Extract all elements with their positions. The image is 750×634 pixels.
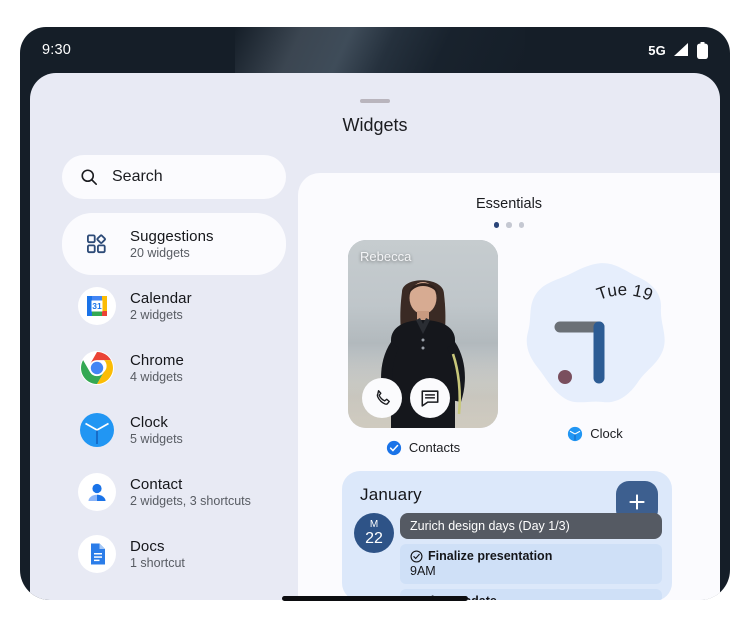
sidebar-item-chrome[interactable]: Chrome 4 widgets — [62, 337, 286, 399]
sidebar-item-text: Suggestions 20 widgets — [130, 228, 214, 260]
sidebar-item-sublabel: 2 widgets — [130, 308, 192, 322]
contact-widget-label-text: Contacts — [409, 440, 460, 455]
calendar-day-of-week: M — [370, 520, 378, 530]
contact-name-label: Rebecca — [360, 249, 411, 264]
sidebar-item-label: Docs — [130, 538, 185, 555]
sidebar-item-suggestions[interactable]: Suggestions 20 widgets — [62, 213, 286, 275]
signal-bars-icon — [673, 43, 690, 57]
panel-section-title: Essentials — [298, 196, 720, 212]
sidebar-item-sublabel: 4 widgets — [130, 370, 184, 384]
calendar-event-list: Zurich design days (Day 1/3) Finalize pr… — [400, 513, 662, 600]
widget-previews-row: Rebecca — [298, 240, 720, 456]
contact-widget-label: Contacts — [386, 440, 460, 456]
app-list-sidebar[interactable]: Search Suggestions 20 widgets — [62, 155, 286, 600]
page-dot-1[interactable] — [494, 222, 500, 228]
status-bar: 9:30 5G — [20, 27, 730, 73]
google-docs-icon — [78, 535, 116, 573]
sidebar-item-text: Clock 5 widgets — [130, 414, 183, 446]
google-calendar-icon: 31 — [78, 287, 116, 325]
clock-widget-label: Clock — [567, 426, 623, 442]
page-indicator[interactable] — [298, 222, 720, 228]
sidebar-item-calendar[interactable]: 31 Calendar 2 widgets — [62, 275, 286, 337]
search-placeholder-text: Search — [112, 168, 163, 186]
sidebar-item-sublabel: 20 widgets — [130, 246, 214, 260]
search-icon — [80, 168, 98, 186]
sidebar-item-sublabel: 2 widgets, 3 shortcuts — [130, 494, 251, 508]
sidebar-item-docs[interactable]: Docs 1 shortcut — [62, 523, 286, 585]
svg-text:31: 31 — [92, 301, 102, 311]
battery-icon — [697, 42, 708, 59]
sidebar-item-label: Calendar — [130, 290, 192, 307]
contact-widget-preview[interactable]: Rebecca — [348, 240, 498, 428]
phone-icon[interactable] — [362, 378, 402, 418]
widgets-icon — [78, 225, 116, 263]
sidebar-item-text: Calendar 2 widgets — [130, 290, 192, 322]
status-time: 9:30 — [42, 42, 71, 58]
page-title: Widgets — [30, 115, 720, 136]
network-type-label: 5G — [648, 43, 666, 58]
clock-app-icon — [567, 426, 583, 442]
clock-icon — [78, 411, 116, 449]
page-dot-3[interactable] — [519, 222, 525, 228]
sidebar-item-sublabel: 5 widgets — [130, 432, 183, 446]
widget-preview-panel: Essentials — [298, 173, 720, 600]
calendar-event-title-row: Finalize presentation — [410, 549, 652, 563]
status-indicators: 5G — [648, 42, 708, 59]
sidebar-item-text: Docs 1 shortcut — [130, 538, 185, 570]
sidebar-item-clock[interactable]: Clock 5 widgets — [62, 399, 286, 461]
clock-widget-label-text: Clock — [590, 426, 623, 441]
contacts-app-icon — [386, 440, 402, 456]
check-circle-icon — [410, 550, 423, 563]
contact-icon — [78, 473, 116, 511]
calendar-day-number: 22 — [365, 531, 383, 547]
search-input[interactable]: Search — [62, 155, 286, 199]
clock-widget-preview[interactable]: Tue 19 — [520, 254, 670, 414]
page-dot-2[interactable] — [506, 222, 512, 228]
calendar-event-time: 9AM — [410, 564, 652, 578]
sidebar-item-text: Contact 2 widgets, 3 shortcuts — [130, 476, 251, 508]
chrome-icon — [78, 349, 116, 387]
sidebar-item-sublabel: 1 shortcut — [130, 556, 185, 570]
calendar-widget-preview[interactable]: January M 22 Zurich design days (Day 1/ — [342, 471, 672, 600]
sidebar-item-label: Suggestions — [130, 228, 214, 245]
calendar-event-item[interactable]: Finalize presentation 9AM — [400, 544, 662, 584]
sidebar-item-label: Contact — [130, 476, 251, 493]
message-icon[interactable] — [410, 378, 450, 418]
calendar-event-title: Finalize presentation — [428, 549, 552, 563]
sidebar-item-label: Chrome — [130, 352, 184, 369]
calendar-day-chip: M 22 — [354, 513, 394, 553]
sheet-drag-handle[interactable] — [360, 99, 390, 103]
calendar-event-title: Zurich design days (Day 1/3) — [410, 519, 570, 533]
calendar-events-body: M 22 Zurich design days (Day 1/3) — [342, 513, 672, 600]
sidebar-item-contact[interactable]: Contact 2 widgets, 3 shortcuts — [62, 461, 286, 523]
widget-picker-sheet: Widgets Search — [30, 73, 720, 600]
calendar-event-primary[interactable]: Zurich design days (Day 1/3) — [400, 513, 662, 539]
device-frame: 9:30 5G Widgets Search — [20, 27, 730, 600]
home-gesture-bar[interactable] — [282, 596, 468, 601]
clock-widget-cell: Tue 19 Clock — [520, 240, 670, 456]
plus-icon — [627, 492, 647, 512]
contact-widget-cell: Rebecca — [348, 240, 498, 456]
sidebar-item-text: Chrome 4 widgets — [130, 352, 184, 384]
sidebar-item-label: Clock — [130, 414, 183, 431]
